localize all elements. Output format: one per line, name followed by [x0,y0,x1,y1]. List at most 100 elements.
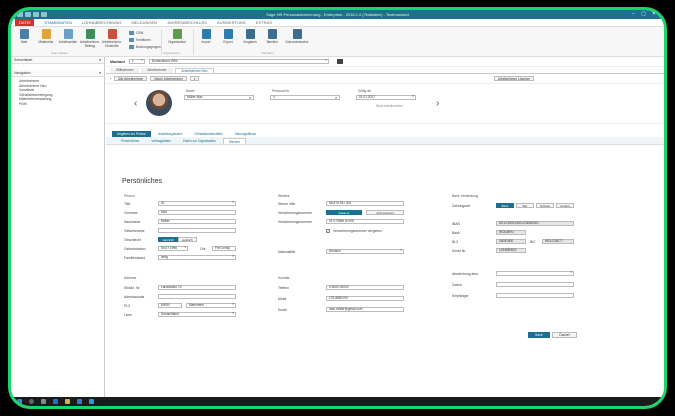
all-employees-button[interactable]: Alle Arbeitnehmer [114,75,148,82]
geschlecht-weiblich-toggle[interactable]: weiblich [178,237,197,242]
tab-extras[interactable]: Extras [256,20,272,25]
tab-gehaltsbestandteile[interactable]: Gehaltsbestandteile [190,131,228,137]
nation-label: Nationalität [278,250,295,254]
nation-select[interactable]: Deutsch [326,249,404,254]
titel-select[interactable]: Dr. [158,201,236,206]
name-field[interactable]: Müller Max [184,95,254,100]
tab-stammdaten[interactable]: Stammdaten [44,20,71,25]
ribbon-button-vorgaben[interactable]: Vorgaben [241,29,259,55]
zweck-field[interactable] [496,282,574,287]
search-icon[interactable] [29,399,34,404]
ribbon-button-dokumentarchiv[interactable]: Dokumentarchiv [285,29,309,55]
cancel-button[interactable]: Cancel [552,332,577,338]
back-icon[interactable]: ‹ [110,77,111,81]
search-icon[interactable]: ⌕ [249,95,251,100]
taskbar [11,397,664,406]
mandant-name-select[interactable]: Deutschland 1994 [148,59,329,64]
zahlungsart-scheck-toggle[interactable]: Scheck [536,203,554,208]
subtab-vertragsdaten[interactable]: Vertragsdaten [146,138,176,144]
mobil-label: Mobil [278,297,287,301]
navigation-header[interactable]: Navigation ▾ [11,70,104,77]
folder-icon[interactable] [65,399,70,404]
zahlungsart-andere-toggle[interactable]: Andere [556,203,574,208]
empfaenger-field[interactable] [496,293,574,298]
tab-arbeitnehmer-neu[interactable]: Arbeitnehmer Neu [174,68,215,73]
abweichung-select[interactable] [496,271,574,276]
tab-datei[interactable]: Datei [15,19,35,26]
tab-jahresabschluss[interactable]: Jahresabschluss [167,20,207,25]
zahlungsart-bank-toggle[interactable]: Bank [496,203,514,208]
strasse-field[interactable]: Landstraße 10 [158,285,236,290]
ribbon-item-kreditoren[interactable]: Kreditoren [129,36,162,43]
plz-field[interactable]: 60000 [158,303,182,308]
steuer-label: Steuer IdNr. [278,202,297,206]
ribbon-button-export[interactable]: Export [219,29,237,55]
vorname-field[interactable]: Max [158,210,236,215]
zahlungsart-bar-toggle[interactable]: Bar [516,203,534,208]
telefon-field[interactable]: 0 6000 00000 [326,285,404,290]
avatar [146,90,172,116]
save-button[interactable]: Save [528,332,550,338]
mandant-number-select[interactable]: 1 [128,59,145,64]
familienstand-select[interactable]: ledig [158,255,236,260]
versnr-checkbox[interactable]: ✓ [326,229,330,233]
edge-icon[interactable] [53,399,58,404]
geburtsdatum-field[interactable]: 05.07.1996 [158,246,188,251]
employee-toolbar: ‹ Alle Arbeitnehmer Neuer Arbeitnehmer ▾… [106,74,664,84]
subtab-organisation[interactable]: Daten zur Organisation [178,138,221,144]
ribbon-button-import[interactable]: Import [197,29,215,55]
folder-icon[interactable] [336,59,343,64]
delete-employee-button[interactable]: Arbeitnehmer Löschen [493,75,534,82]
iban-field[interactable]: DE12300514001234560001 [496,221,574,226]
nachname-field[interactable]: Müller [158,219,236,224]
ribbon-item-crm[interactable]: CRM [129,29,162,36]
date-field[interactable]: 01.01.2017 [356,95,416,100]
vers-bekannt-toggle[interactable]: bekannt [326,210,362,215]
tab-willkommen[interactable]: Willkommen [110,68,140,73]
mail-icon[interactable] [77,399,82,404]
vers-nicht-bekannt-toggle[interactable]: nicht bekannt [366,210,404,215]
tab-angaben-zur-person[interactable]: Angaben zur Person [112,131,152,137]
name-label: Name [186,89,195,93]
close-icon[interactable]: ✕ [652,11,656,17]
ribbon-button-einkuenfte[interactable]: Arbeitnehmer-Einkünfte [102,29,122,55]
subtab-persoenliches[interactable]: Persönliches [116,138,144,144]
tab-zahlungsfluesse[interactable]: Zahlungsflüsse [230,131,261,137]
new-employee-button[interactable]: Neuer Arbeitnehmer [150,75,187,82]
geschlecht-maennlich-toggle[interactable]: männlich [158,237,179,242]
next-employee-icon[interactable]: › [436,98,439,109]
email-field[interactable]: max.müller@gmail.com [326,307,404,312]
schnellstart-header[interactable]: Schnellstart ▾ [11,57,104,64]
ribbon-button-beitrag[interactable]: Arbeitnehmer-Beitrag [80,29,100,55]
geburtsort-field[interactable]: Frei Lenky [212,246,236,251]
titel-label: Titel [124,202,131,206]
versnr-checkbox-label: Versicherungsnummer vergeben [333,229,383,233]
nav-item-profil[interactable]: Profil [11,102,104,107]
tab-auswertung[interactable]: Auswertung [217,20,246,25]
subtab-steuern[interactable]: Steuern [222,138,247,144]
tab-anstellungsdaten[interactable]: Anstellungsdaten [153,131,187,137]
maximize-icon[interactable]: ▢ [641,11,646,17]
ribbon-item-buchungsgruppen[interactable]: Buchungsgruppen [129,43,162,50]
mobil-field[interactable]: 176 8850193 [326,296,404,301]
windows-start-icon[interactable] [17,399,22,404]
mandant-label: Mandant [110,59,125,64]
ribbon-button-start[interactable]: Start [15,29,33,55]
tab-lohnabrechnung[interactable]: Lohnabrechnung [82,20,122,25]
search-icon[interactable]: ⌕ [335,95,337,100]
app-window: Sage HR Personalabrechnung - Enterprise … [8,7,667,409]
versnr-field[interactable]: 91 070696 M 005 [326,219,404,224]
steuer-field[interactable]: 98 876 531 003 [326,201,404,206]
task-view-icon[interactable] [41,399,46,404]
previous-employee-icon[interactable]: ‹ [134,98,137,109]
sage-app-icon[interactable] [89,399,94,404]
ort-select[interactable]: Mannheim [186,303,236,308]
new-employee-dropdown[interactable]: ▾ [189,75,200,82]
tab-arbeitnehmer[interactable]: Arbeitnehmer [141,68,173,73]
zusatz-field[interactable] [158,294,236,299]
tab-meldungen[interactable]: Meldungen [131,20,157,25]
geburtsname-field[interactable] [158,228,236,233]
persnr-field[interactable]: 4 [270,95,340,100]
land-select[interactable]: Deutschland [158,312,236,317]
minimize-icon[interactable]: – [632,11,635,17]
